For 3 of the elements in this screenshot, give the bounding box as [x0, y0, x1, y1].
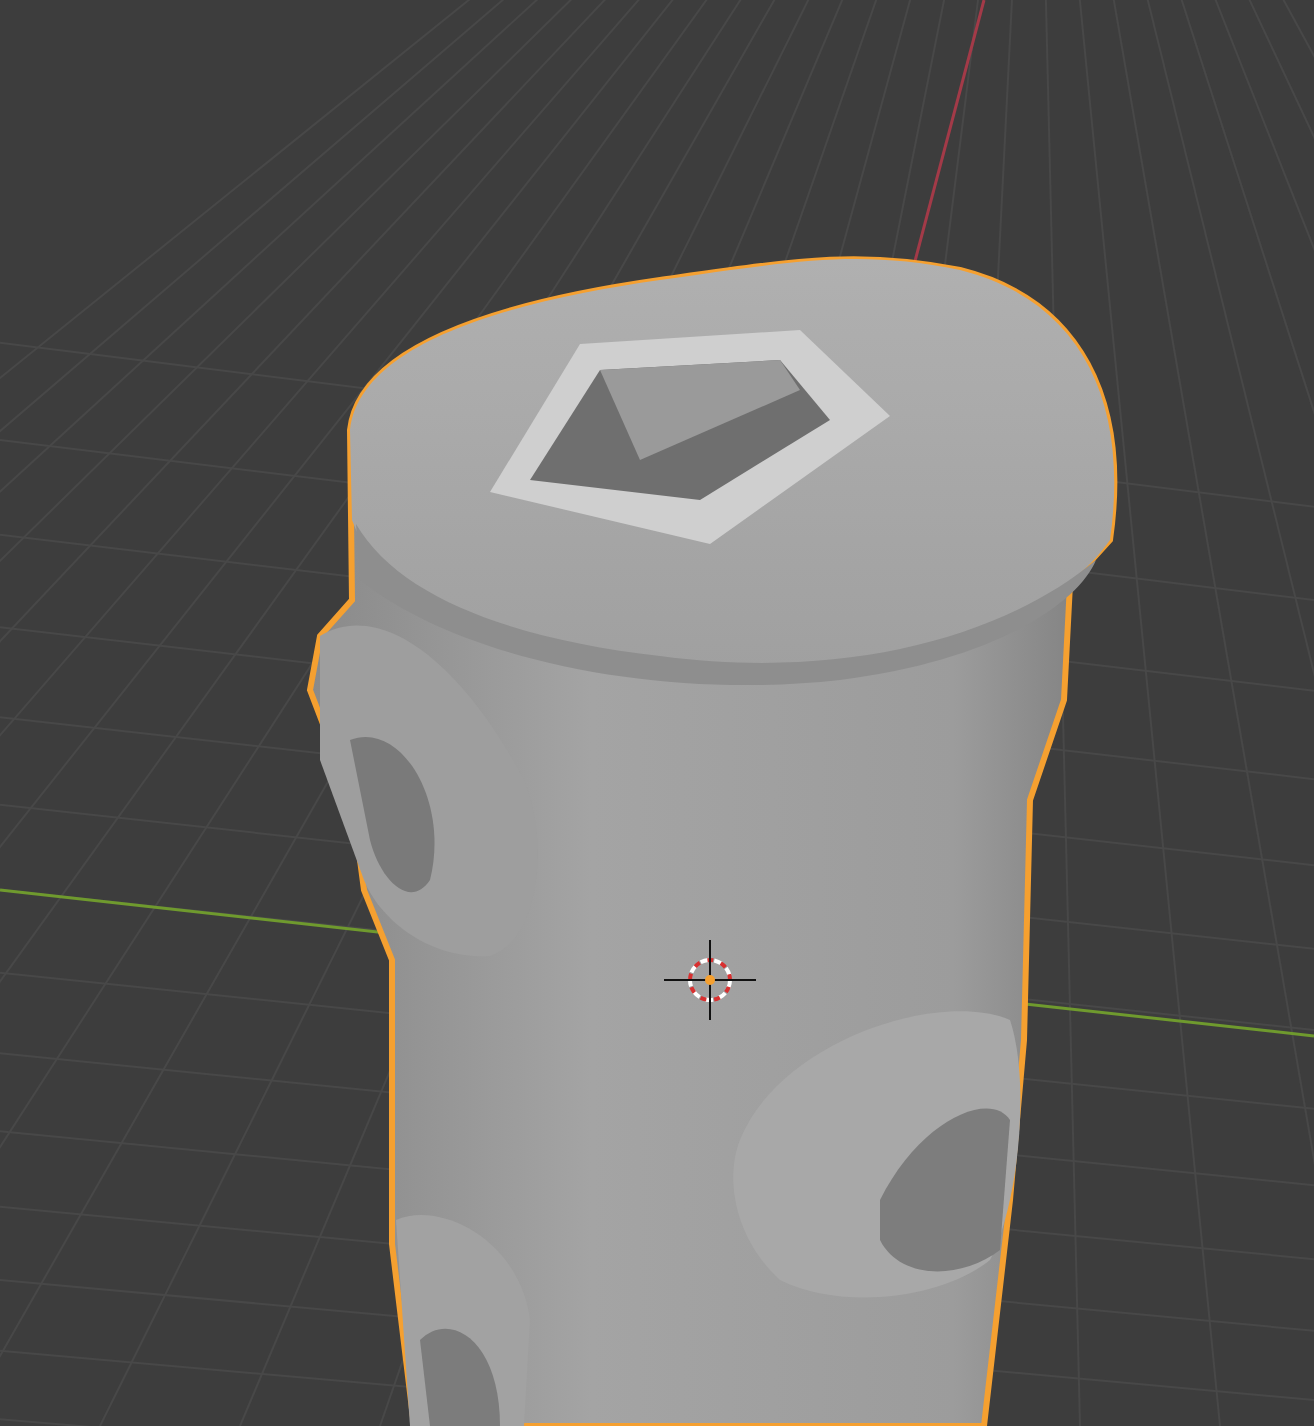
3d-viewport[interactable] — [0, 0, 1314, 1426]
mesh-object-drawing[interactable] — [307, 256, 1118, 1426]
3d-cursor-icon[interactable] — [663, 939, 757, 1021]
